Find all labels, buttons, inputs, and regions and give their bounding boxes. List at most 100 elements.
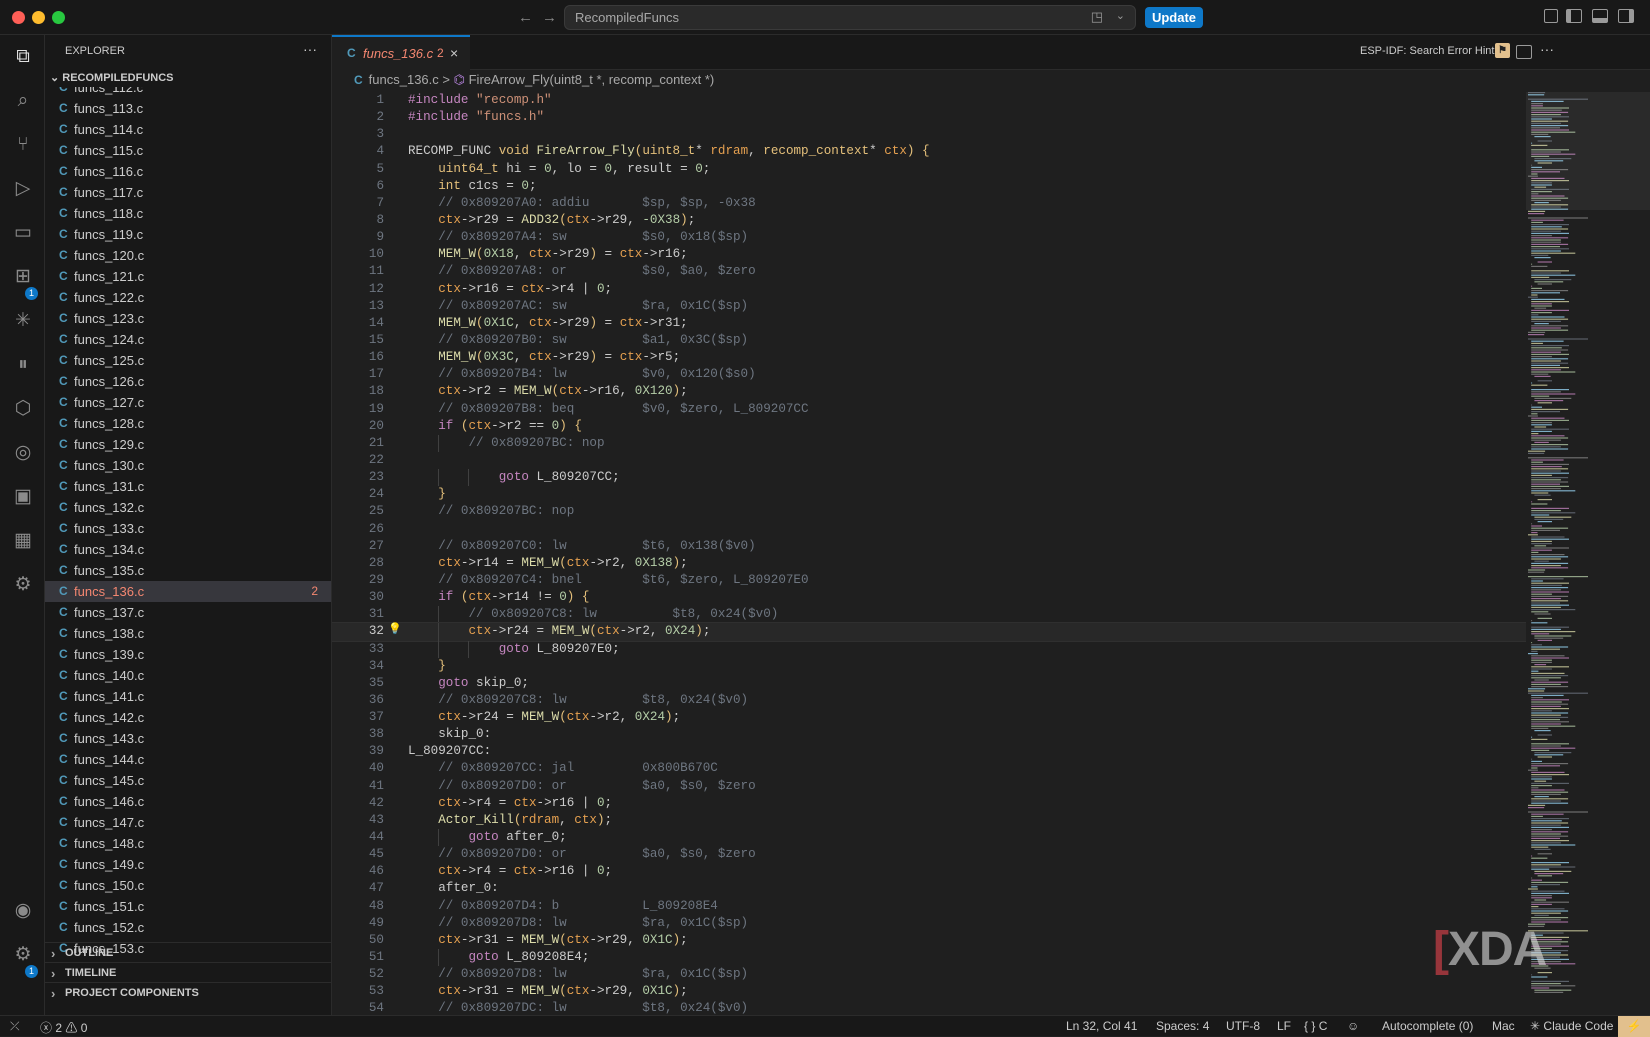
- file-item[interactable]: Cfuncs_129.c: [45, 434, 331, 455]
- encoding[interactable]: UTF-8: [1226, 1019, 1260, 1033]
- file-item[interactable]: Cfuncs_143.c: [45, 728, 331, 749]
- file-item[interactable]: Cfuncs_142.c: [45, 707, 331, 728]
- settings-tool-icon[interactable]: ⚙: [11, 573, 35, 597]
- file-item[interactable]: Cfuncs_148.c: [45, 833, 331, 854]
- code-line[interactable]: 27 // 0x809207C0: lw $t6, 0x138($v0): [332, 538, 1526, 555]
- end-of-line[interactable]: LF: [1277, 1019, 1291, 1033]
- code-line[interactable]: 36 // 0x809207C8: lw $t8, 0x24($v0): [332, 692, 1526, 709]
- code-line[interactable]: 54 // 0x809207DC: lw $t8, 0x24($v0): [332, 1000, 1526, 1015]
- file-item[interactable]: Cfuncs_152.c: [45, 917, 331, 938]
- code-line[interactable]: 10 MEM_W(0X18, ctx->r29) = ctx->r16;: [332, 246, 1526, 263]
- code-line[interactable]: 1 #include "recomp.h": [332, 92, 1526, 109]
- code-editor[interactable]: 1 #include "recomp.h" 2 #include "funcs.h" 3…: [332, 92, 1526, 1015]
- file-item[interactable]: Cfuncs_134.c: [45, 539, 331, 560]
- customize-layout-icon[interactable]: [1544, 9, 1558, 23]
- tab-funcs-136[interactable]: C funcs_136.c 2 ×: [332, 35, 470, 70]
- code-line[interactable]: 29 // 0x809207C4: bnel $t6, $zero, L_809…: [332, 572, 1526, 589]
- code-line[interactable]: 38 skip_0:: [332, 726, 1526, 743]
- code-line[interactable]: 11 // 0x809207A8: or $s0, $a0, $zero: [332, 263, 1526, 280]
- editor-more-icon[interactable]: ···: [1540, 41, 1554, 57]
- code-line[interactable]: 39 L_809207CC:: [332, 743, 1526, 760]
- code-line[interactable]: 26: [332, 521, 1526, 538]
- breadcrumb-file[interactable]: funcs_136.c: [369, 72, 439, 87]
- extensions-icon[interactable]: ⊞: [11, 265, 35, 289]
- code-line[interactable]: 8 ctx->r29 = ADD32(ctx->r29, -0X38);: [332, 212, 1526, 229]
- search-icon[interactable]: ⌕: [11, 89, 35, 113]
- code-line[interactable]: 50 ctx->r31 = MEM_W(ctx->r29, 0X1C);: [332, 932, 1526, 949]
- file-item[interactable]: Cfuncs_140.c: [45, 665, 331, 686]
- file-item[interactable]: Cfuncs_113.c: [45, 98, 331, 119]
- indentation[interactable]: Spaces: 4: [1156, 1019, 1209, 1033]
- code-line[interactable]: 34 }: [332, 658, 1526, 675]
- file-item[interactable]: Cfuncs_138.c: [45, 623, 331, 644]
- outline-section[interactable]: OUTLINE: [45, 942, 331, 964]
- code-line[interactable]: 37 ctx->r24 = MEM_W(ctx->r2, 0X24);: [332, 709, 1526, 726]
- qr-icon[interactable]: ▦: [11, 529, 35, 553]
- file-item[interactable]: Cfuncs_128.c: [45, 413, 331, 434]
- code-line[interactable]: 4 RECOMP_FUNC void FireArrow_Fly(uint8_t*…: [332, 143, 1526, 160]
- code-line[interactable]: 44 goto after_0;: [332, 829, 1526, 847]
- file-item[interactable]: Cfuncs_151.c: [45, 896, 331, 917]
- code-line[interactable]: 7 // 0x809207A0: addiu $sp, $sp, -0x38: [332, 195, 1526, 212]
- file-item[interactable]: Cfuncs_139.c: [45, 644, 331, 665]
- code-line[interactable]: 22: [332, 452, 1526, 469]
- file-item[interactable]: Cfuncs_136.c 2: [45, 581, 331, 602]
- claude-code-status[interactable]: ✳ Claude Code: [1530, 1019, 1613, 1033]
- code-line[interactable]: 13 // 0x809207AC: sw $ra, 0x1C($sp): [332, 298, 1526, 315]
- autocomplete-status[interactable]: Autocomplete (0): [1382, 1019, 1473, 1033]
- code-line[interactable]: 17 // 0x809207B4: lw $v0, 0x120($s0): [332, 366, 1526, 383]
- timeline-section[interactable]: TIMELINE: [45, 962, 331, 984]
- code-line[interactable]: 40 // 0x809207CC: jal 0x800B670C: [332, 760, 1526, 777]
- code-line[interactable]: 46 ctx->r4 = ctx->r16 | 0;: [332, 863, 1526, 880]
- code-line[interactable]: 45 // 0x809207D0: or $a0, $s0, $zero: [332, 846, 1526, 863]
- code-line[interactable]: 42 ctx->r4 = ctx->r16 | 0;: [332, 795, 1526, 812]
- copilot-icon[interactable]: ☺: [1347, 1019, 1359, 1033]
- code-line[interactable]: 31 // 0x809207C8: lw $t8, 0x24($v0): [332, 606, 1526, 624]
- code-line[interactable]: 32 💡 ctx->r24 = MEM_W(ctx->r2, 0X24);: [332, 622, 1526, 642]
- file-item[interactable]: Cfuncs_131.c: [45, 476, 331, 497]
- remote-explorer-icon[interactable]: ▭: [11, 221, 35, 245]
- file-item[interactable]: Cfuncs_149.c: [45, 854, 331, 875]
- chip-icon[interactable]: ▣: [11, 485, 35, 509]
- notifications-icon[interactable]: ⚡: [1618, 1016, 1650, 1037]
- update-button[interactable]: Update: [1145, 7, 1203, 28]
- file-item[interactable]: Cfuncs_150.c: [45, 875, 331, 896]
- file-item[interactable]: Cfuncs_115.c: [45, 140, 331, 161]
- file-item[interactable]: Cfuncs_118.c: [45, 203, 331, 224]
- file-item[interactable]: Cfuncs_145.c: [45, 770, 331, 791]
- claude-icon[interactable]: ✳: [11, 309, 35, 333]
- code-line[interactable]: 33 goto L_809207E0;: [332, 640, 1526, 658]
- close-tab-icon[interactable]: ×: [450, 37, 458, 70]
- code-line[interactable]: 12 ctx->r16 = ctx->r4 | 0;: [332, 281, 1526, 298]
- esp-idf-icon[interactable]: ◎: [11, 441, 35, 465]
- file-item[interactable]: Cfuncs_116.c: [45, 161, 331, 182]
- file-item[interactable]: Cfuncs_141.c: [45, 686, 331, 707]
- code-line[interactable]: 43 Actor_Kill(rdram, ctx);: [332, 812, 1526, 829]
- problems-indicator[interactable]: ⓧ 2 ⚠ 0: [40, 1019, 87, 1036]
- file-item[interactable]: Cfuncs_123.c: [45, 308, 331, 329]
- toggle-secondary-sidebar-icon[interactable]: [1618, 9, 1634, 23]
- code-line[interactable]: 24 }: [332, 486, 1526, 503]
- code-line[interactable]: 51 goto L_809208E4;: [332, 949, 1526, 967]
- more-actions-icon[interactable]: ···: [303, 41, 317, 57]
- code-line[interactable]: 35 goto skip_0;: [332, 675, 1526, 692]
- code-line[interactable]: 20 if (ctx->r2 == 0) {: [332, 418, 1526, 435]
- manage-gear-icon[interactable]: ⚙: [11, 943, 35, 967]
- code-line[interactable]: 3: [332, 126, 1526, 143]
- file-item[interactable]: Cfuncs_121.c: [45, 266, 331, 287]
- file-item[interactable]: Cfuncs_122.c: [45, 287, 331, 308]
- file-item[interactable]: Cfuncs_117.c: [45, 182, 331, 203]
- copilot-chat-icon[interactable]: ◳: [1091, 9, 1103, 25]
- breadcrumb-symbol[interactable]: FireArrow_Fly(uint8_t *, recomp_context …: [469, 72, 715, 87]
- code-line[interactable]: 25 // 0x809207BC: nop: [332, 503, 1526, 520]
- explorer-icon[interactable]: ⧉: [11, 45, 35, 69]
- split-editor-icon[interactable]: [1516, 45, 1532, 59]
- chevron-down-icon[interactable]: ⌄: [1116, 9, 1125, 22]
- file-item[interactable]: Cfuncs_132.c: [45, 497, 331, 518]
- file-item[interactable]: Cfuncs_135.c: [45, 560, 331, 581]
- language-mode[interactable]: { } C: [1304, 1019, 1327, 1033]
- minimize-window-button[interactable]: [32, 11, 45, 24]
- code-line[interactable]: 6 int c1cs = 0;: [332, 178, 1526, 195]
- platform-label[interactable]: Mac: [1492, 1019, 1515, 1033]
- code-line[interactable]: 47 after_0:: [332, 880, 1526, 897]
